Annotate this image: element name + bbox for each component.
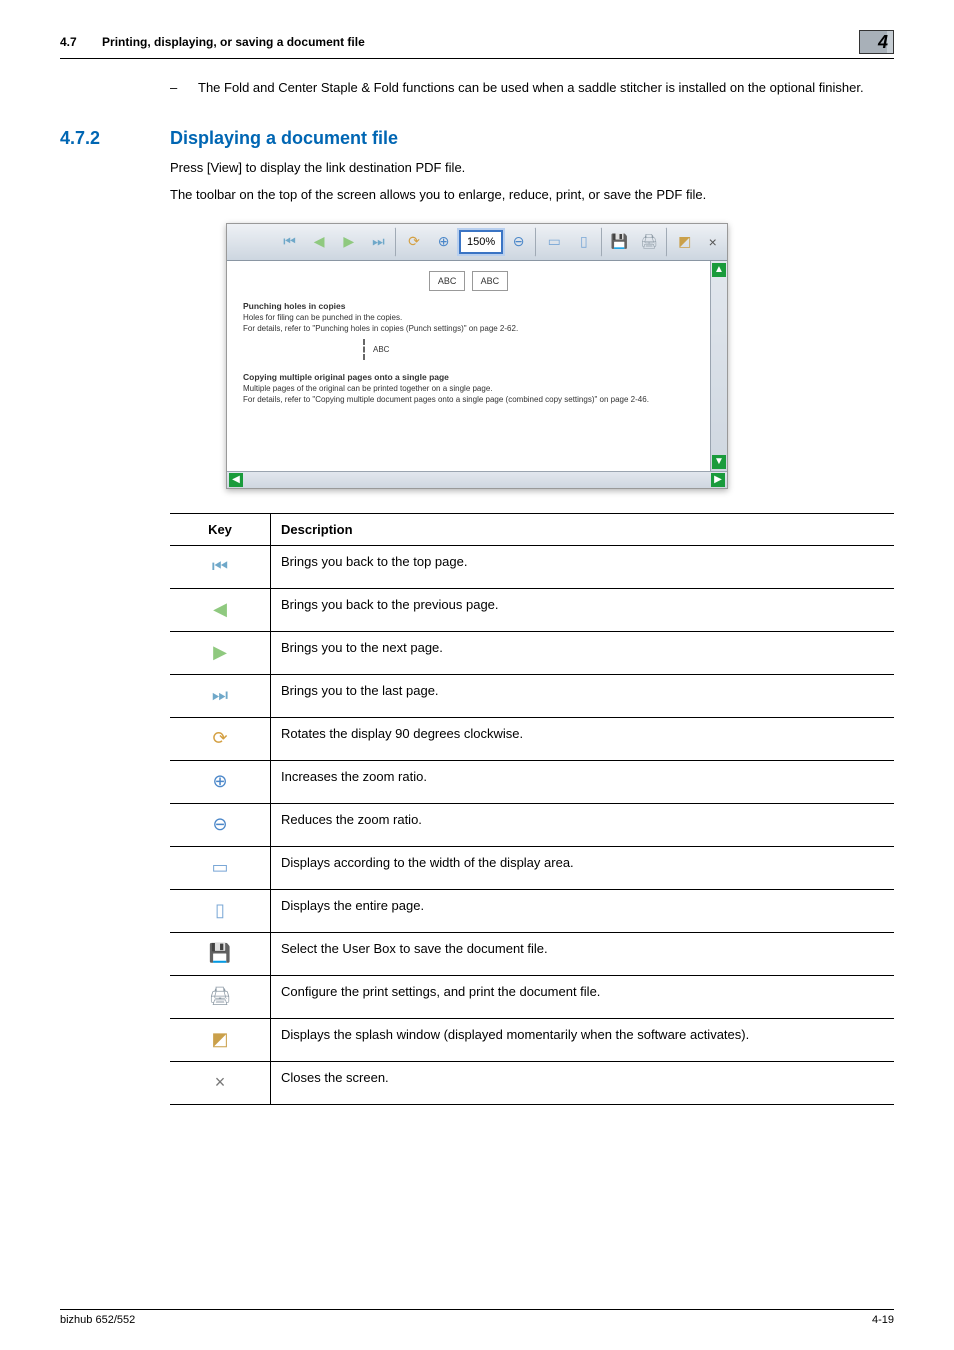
- table-cell-description: Brings you back to the top page.: [271, 545, 895, 588]
- header-section-number: 4.7: [60, 35, 77, 49]
- table-cell-description: Brings you to the last page.: [271, 674, 895, 717]
- fit-width-icon[interactable]: ▭: [540, 227, 568, 257]
- next-page-icon[interactable]: ▶: [335, 227, 363, 257]
- table-cell-description: Closes the screen.: [271, 1061, 895, 1104]
- vertical-scrollbar[interactable]: ▲ ▼: [710, 261, 727, 471]
- prev-page-icon: ◀: [207, 597, 233, 623]
- fit-page-icon[interactable]: ▯: [570, 227, 602, 257]
- page-footer: bizhub 652/552 4-19: [60, 1309, 894, 1326]
- zoom-in-icon: ⊕: [207, 769, 233, 795]
- doc-text: Holes for filing can be punched in the c…: [243, 313, 694, 322]
- footer-model: bizhub 652/552: [60, 1314, 135, 1326]
- pdf-viewer-screenshot: ⏮ ◀ ▶ ⏭ ⟳ ⊕ 150% ⊖ ▭ ▯ 💾 🖨 ◩ × ABC ABC P…: [226, 223, 728, 489]
- table-row: ◀ Brings you back to the previous page.: [170, 588, 894, 631]
- last-page-icon: ⏭: [207, 683, 233, 709]
- prev-page-icon[interactable]: ◀: [305, 227, 333, 257]
- last-page-icon[interactable]: ⏭: [365, 227, 397, 257]
- first-page-icon[interactable]: ⏮: [276, 227, 304, 257]
- print-icon: 🖨: [207, 984, 233, 1010]
- subsection-title: Displaying a document file: [170, 128, 398, 149]
- sample-abc-box: ABC: [472, 271, 509, 291]
- horizontal-scrollbar[interactable]: ◀ ▶: [227, 471, 727, 488]
- save-icon[interactable]: 💾: [606, 227, 634, 257]
- sample-abc-box: ABC: [429, 271, 466, 291]
- paragraph: Press [View] to display the link destina…: [170, 159, 894, 178]
- table-row: 💾 Select the User Box to save the documen…: [170, 932, 894, 975]
- print-icon[interactable]: 🖨: [635, 227, 667, 257]
- zoom-in-icon[interactable]: ⊕: [430, 227, 458, 257]
- header-section-title: Printing, displaying, or saving a docume…: [102, 35, 365, 49]
- footer-page-number: 4-19: [872, 1314, 894, 1326]
- table-cell-description: Reduces the zoom ratio.: [271, 803, 895, 846]
- table-row: ⊕ Increases the zoom ratio.: [170, 760, 894, 803]
- running-header: 4.7 Printing, displaying, or saving a do…: [60, 30, 894, 59]
- table-cell-description: Configure the print settings, and print …: [271, 975, 895, 1018]
- rotate-icon: ⟳: [207, 726, 233, 752]
- table-row: ⏮ Brings you back to the top page.: [170, 545, 894, 588]
- close-icon[interactable]: ×: [703, 234, 724, 250]
- save-icon: 💾: [207, 941, 233, 967]
- table-row: ⟳ Rotates the display 90 degrees clockwis…: [170, 717, 894, 760]
- table-header-key: Key: [170, 513, 271, 545]
- table-cell-description: Rotates the display 90 degrees clockwise…: [271, 717, 895, 760]
- table-row: ▭ Displays according to the width of the …: [170, 846, 894, 889]
- splash-icon[interactable]: ◩: [671, 227, 699, 257]
- table-row: ⊖ Reduces the zoom ratio.: [170, 803, 894, 846]
- table-cell-description: Select the User Box to save the document…: [271, 932, 895, 975]
- scroll-left-icon[interactable]: ◀: [229, 473, 243, 487]
- table-cell-description: Brings you to the next page.: [271, 631, 895, 674]
- paragraph: The toolbar on the top of the screen all…: [170, 186, 894, 205]
- sample-abc-small: ABC: [363, 339, 397, 360]
- chapter-badge: 4: [859, 30, 894, 54]
- table-cell-description: Displays the entire page.: [271, 889, 895, 932]
- table-row: 🖨 Configure the print settings, and print…: [170, 975, 894, 1018]
- scroll-down-icon[interactable]: ▼: [712, 455, 726, 469]
- next-page-icon: ▶: [207, 640, 233, 666]
- bullet-note-text: The Fold and Center Staple & Fold functi…: [198, 79, 864, 98]
- doc-heading: Copying multiple original pages onto a s…: [243, 372, 694, 382]
- doc-text: For details, refer to "Punching holes in…: [243, 324, 694, 333]
- splash-icon: ◩: [207, 1027, 233, 1053]
- bullet-note: – The Fold and Center Staple & Fold func…: [170, 79, 894, 98]
- table-cell-description: Increases the zoom ratio.: [271, 760, 895, 803]
- table-row: ◩ Displays the splash window (displayed m…: [170, 1018, 894, 1061]
- doc-heading: Punching holes in copies: [243, 301, 694, 311]
- table-row: ▯ Displays the entire page.: [170, 889, 894, 932]
- zoom-out-icon: ⊖: [207, 812, 233, 838]
- table-row: ▶ Brings you to the next page.: [170, 631, 894, 674]
- first-page-icon: ⏮: [207, 554, 233, 580]
- table-row: × Closes the screen.: [170, 1061, 894, 1104]
- scroll-up-icon[interactable]: ▲: [712, 263, 726, 277]
- table-row: ⏭ Brings you to the last page.: [170, 674, 894, 717]
- doc-text: Multiple pages of the original can be pr…: [243, 384, 694, 393]
- doc-text: For details, refer to "Copying multiple …: [243, 395, 694, 404]
- rotate-icon[interactable]: ⟳: [400, 227, 428, 257]
- scroll-right-icon[interactable]: ▶: [711, 473, 725, 487]
- table-cell-description: Displays the splash window (displayed mo…: [271, 1018, 895, 1061]
- zoom-out-icon[interactable]: ⊖: [505, 227, 537, 257]
- subsection-number: 4.7.2: [60, 128, 170, 149]
- table-header-desc: Description: [271, 513, 895, 545]
- table-cell-description: Brings you back to the previous page.: [271, 588, 895, 631]
- viewer-document-area: ABC ABC Punching holes in copies Holes f…: [227, 261, 710, 471]
- table-cell-description: Displays according to the width of the d…: [271, 846, 895, 889]
- viewer-toolbar: ⏮ ◀ ▶ ⏭ ⟳ ⊕ 150% ⊖ ▭ ▯ 💾 🖨 ◩ ×: [227, 224, 727, 261]
- close-icon: ×: [207, 1070, 233, 1096]
- fit-page-icon: ▯: [207, 898, 233, 924]
- fit-width-icon: ▭: [207, 855, 233, 881]
- key-description-table: Key Description ⏮ Brings you back to the …: [170, 513, 894, 1105]
- zoom-value-input[interactable]: 150%: [459, 230, 502, 254]
